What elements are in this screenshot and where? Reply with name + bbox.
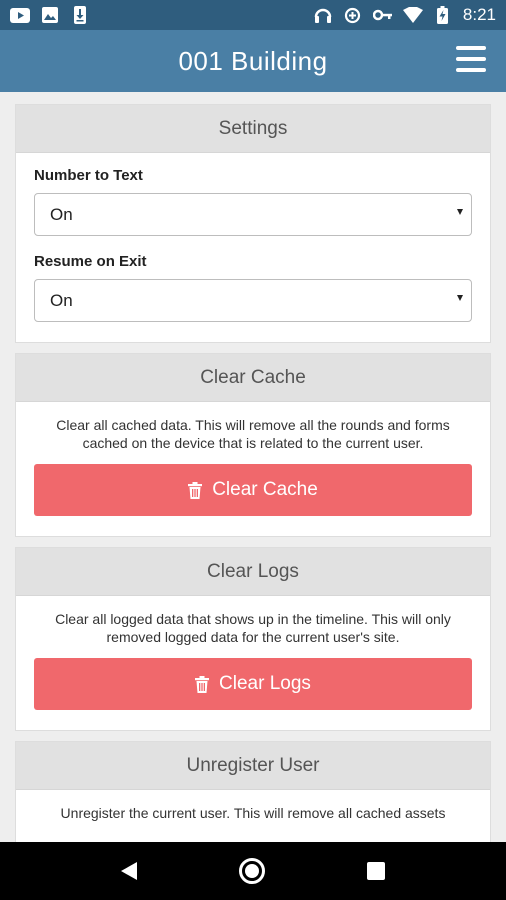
clear-logs-button-label: Clear Logs [219, 673, 311, 694]
headphones-icon [313, 7, 333, 23]
unregister-card-header: Unregister User [16, 742, 490, 790]
clear-cache-button-label: Clear Cache [212, 479, 318, 500]
status-right-icons: 8:21 [313, 5, 496, 25]
resume-on-exit-select[interactable]: On [34, 279, 472, 322]
page-title: 001 Building [178, 45, 328, 76]
wifi-icon [402, 7, 423, 23]
settings-card: Settings Number to Text On Resume on Exi… [15, 104, 491, 343]
battery-charging-icon [433, 6, 453, 24]
vpn-key-icon [372, 7, 393, 23]
settings-content[interactable]: Settings Number to Text On Resume on Exi… [0, 92, 506, 842]
clear-logs-description: Clear all logged data that shows up in t… [55, 611, 451, 645]
clear-logs-card-body: Clear all logged data that shows up in t… [16, 596, 490, 730]
recents-icon[interactable] [367, 862, 385, 880]
settings-card-body: Number to Text On Resume on Exit On [16, 153, 490, 342]
hamburger-menu-icon[interactable] [456, 46, 486, 72]
clear-cache-card-body: Clear all cached data. This will remove … [16, 402, 490, 536]
dropdown-caret-icon [457, 295, 463, 301]
unregister-description: Unregister the current user. This will r… [60, 805, 446, 821]
app-bar: 001 Building [0, 30, 506, 92]
system-nav-bar [0, 842, 506, 900]
home-icon[interactable] [239, 858, 265, 884]
number-to-text-select[interactable]: On [34, 193, 472, 236]
number-to-text-label: Number to Text [34, 167, 143, 184]
image-icon [40, 7, 60, 23]
status-left-icons [10, 6, 90, 24]
unregister-card: Unregister User Unregister the current u… [15, 741, 491, 842]
clear-cache-card-header: Clear Cache [16, 354, 490, 402]
trash-icon [195, 675, 210, 693]
resume-on-exit-value: On [50, 290, 73, 310]
download-icon [70, 6, 90, 24]
youtube-icon [10, 7, 30, 23]
clear-cache-description: Clear all cached data. This will remove … [56, 417, 450, 451]
trash-icon [188, 481, 203, 499]
clear-logs-card-header: Clear Logs [16, 548, 490, 596]
clear-logs-card: Clear Logs Clear all logged data that sh… [15, 547, 491, 731]
data-saver-icon [343, 7, 363, 23]
clear-cache-card: Clear Cache Clear all cached data. This … [15, 353, 491, 537]
status-time: 8:21 [462, 5, 496, 24]
resume-on-exit-label: Resume on Exit [34, 253, 147, 270]
settings-card-header: Settings [16, 105, 490, 153]
number-to-text-value: On [50, 204, 73, 224]
dropdown-caret-icon [457, 209, 463, 215]
unregister-card-body: Unregister the current user. This will r… [16, 790, 490, 842]
clear-logs-button[interactable]: Clear Logs [34, 658, 472, 710]
status-bar: 8:21 [0, 0, 506, 30]
clear-cache-button[interactable]: Clear Cache [34, 464, 472, 516]
back-icon[interactable] [121, 862, 137, 880]
